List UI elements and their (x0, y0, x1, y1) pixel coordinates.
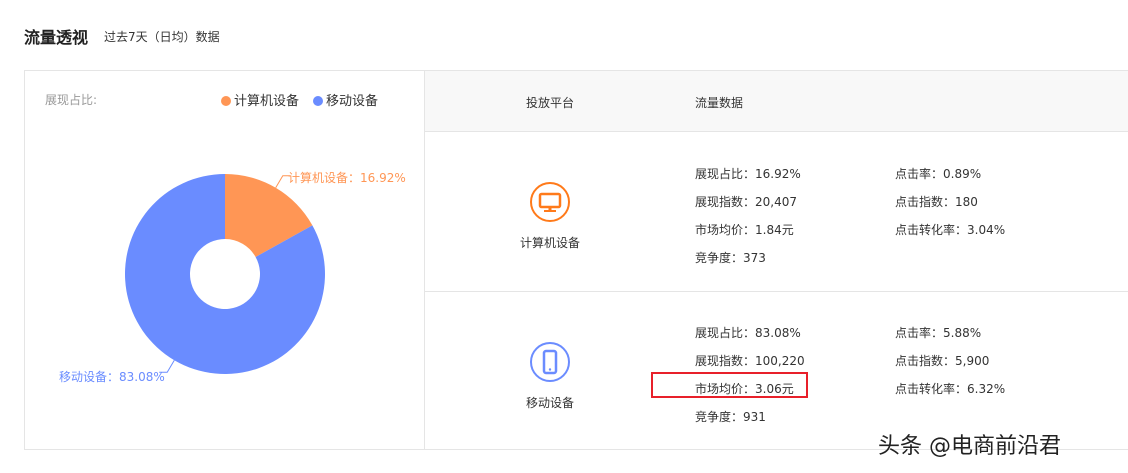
pie-section: 展现占比: 计算机设备 移动设备 计算机设备：16.92% 移动设备：83.08… (25, 71, 425, 449)
stat: 竞争度：373 (695, 251, 766, 265)
stat: 展现指数：20,407 (695, 195, 797, 209)
stat: 点击指数：180 (895, 195, 978, 209)
stat: 点击率：5.88% (895, 326, 982, 340)
table-row: 移动设备 展现占比：83.08% 展现指数：100,220 市场均价：3.06元… (425, 291, 1128, 450)
header-platform: 投放平台 (526, 96, 575, 110)
table-header: 投放平台 流量数据 (425, 71, 1128, 132)
traffic-panel: 展现占比: 计算机设备 移动设备 计算机设备：16.92% 移动设备：83.08… (24, 70, 1128, 450)
watermark: 头条 @电商前沿君 (878, 434, 1061, 459)
desktop-icon (530, 182, 570, 222)
mobile-icon (530, 342, 570, 382)
stat: 展现指数：100,220 (695, 354, 805, 368)
pie-label-desktop: 计算机设备：16.92% (288, 171, 406, 185)
table-row: 计算机设备 展现占比：16.92% 展现指数：20,407 市场均价：1.84元… (425, 132, 1128, 291)
stat: 展现占比：83.08% (695, 326, 801, 340)
platform-label: 移动设备 (525, 396, 574, 410)
pie-chart (124, 174, 325, 374)
page-subtitle: 过去7天（日均）数据 (104, 30, 220, 44)
stat: 竞争度：931 (695, 410, 766, 424)
header-traffic: 流量数据 (695, 96, 744, 110)
stat: 点击转化率：6.32% (895, 382, 1006, 396)
stat: 展现占比：16.92% (695, 167, 801, 181)
page-title: 流量透视 (24, 28, 89, 47)
pie-label-mobile: 移动设备：83.08% (59, 370, 165, 384)
highlight-box (651, 372, 808, 398)
stat: 点击转化率：3.04% (895, 223, 1006, 237)
stat: 点击率：0.89% (895, 167, 982, 181)
stat: 点击指数：5,900 (895, 354, 990, 368)
stat: 市场均价：1.84元 (695, 223, 794, 237)
platform-label: 计算机设备 (519, 236, 580, 250)
